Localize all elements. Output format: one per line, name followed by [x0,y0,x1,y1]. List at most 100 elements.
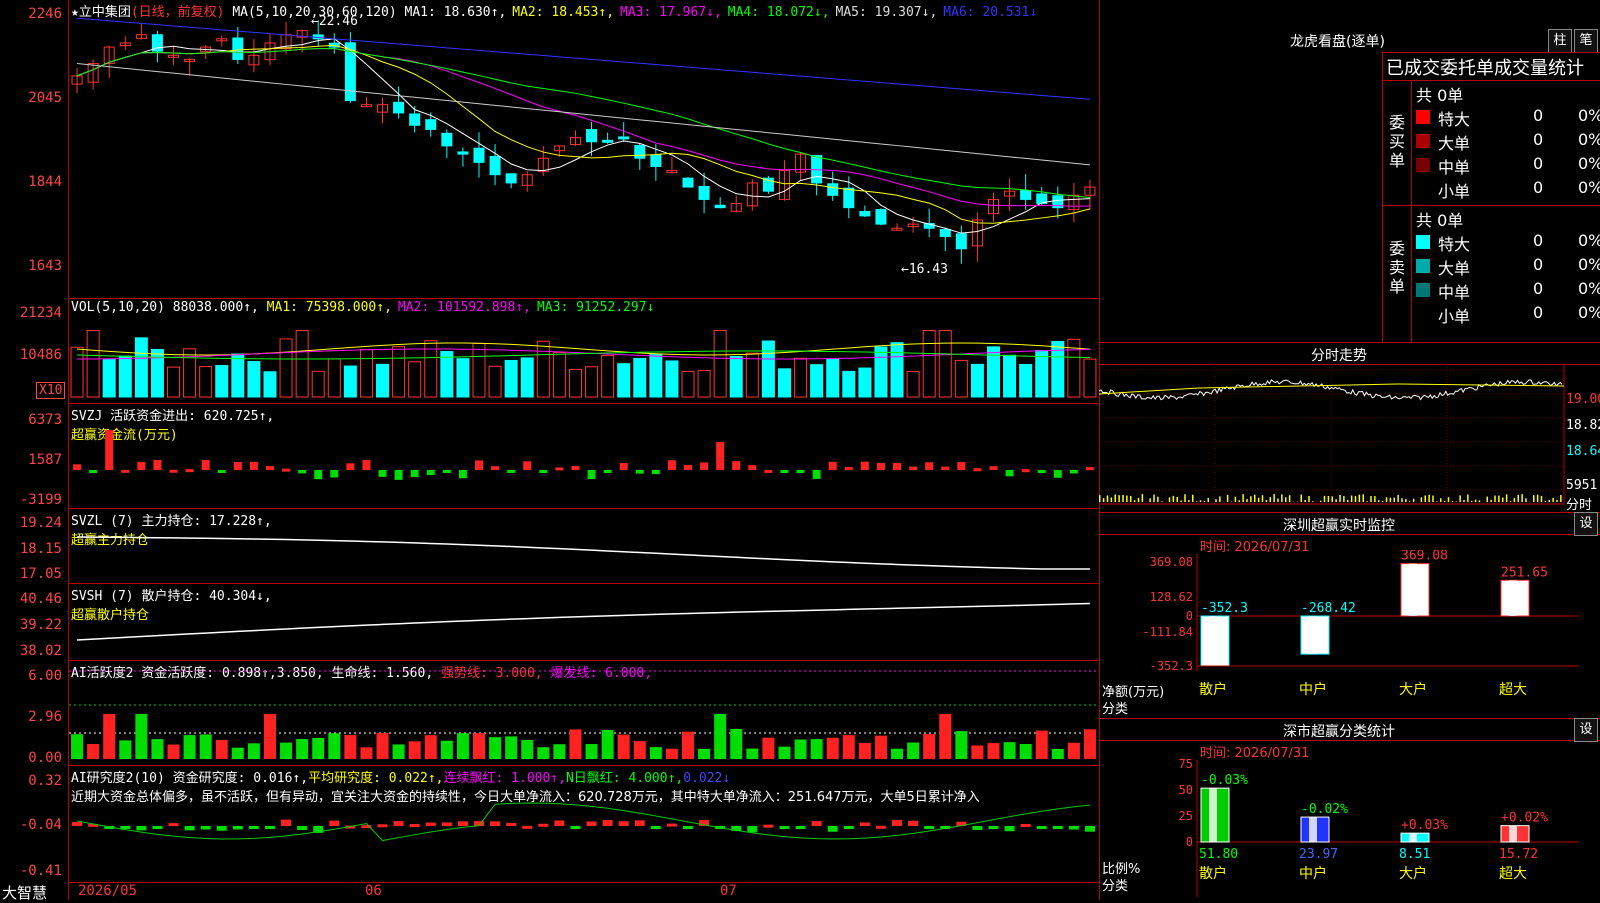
fenshi-vol-218 [1521,494,1523,502]
price-candle-48 [844,188,854,207]
classify-value-label-1: -0.02% [1301,802,1348,817]
vol-bar-38 [682,372,694,397]
ai1-bar-47 [827,738,839,759]
ai2-bar-9 [217,826,227,831]
monitor-settings-button[interactable]: 设 [1574,512,1598,536]
svzj-bar-19 [379,470,387,477]
ai2-bar-31 [570,826,580,829]
fenshi-vol-128 [1347,500,1349,502]
svzj-bar-54 [941,467,949,470]
fenshi-vol-190 [1467,494,1469,502]
vol-bar-45 [795,358,807,397]
ai2-bar-57 [988,826,998,829]
svzj-bar-51 [893,463,901,470]
ai-research-chart[interactable] [69,766,1098,882]
svzj-bar-24 [459,470,467,478]
svzj-panel[interactable]: SVZJ 活跃资金进出: 620.725↑,超赢资金流(万元) [69,404,1098,509]
classify-settings-button[interactable]: 设 [1574,718,1598,742]
fenshi-y-1: 18.82 [1566,418,1600,433]
x-label-1: 06 [365,883,382,899]
vol-bar-42 [746,353,758,397]
vol-bar-47 [827,359,839,397]
ai1-bar-53 [923,734,935,759]
svzj-bar-4 [137,462,145,470]
svzj-bar-10 [234,462,242,470]
sell-row-color-3 [1416,307,1430,321]
vol-bar-28 [521,358,533,397]
svzl-panel[interactable]: SVZL (7) 主力持仓: 17.228↑,超赢主力持仓 [69,509,1098,584]
monitor-value-label-3: 251.65 [1501,565,1548,580]
monitor-category-0: 散户 [1199,681,1227,698]
fenshi-vol-150 [1390,498,1392,502]
svsh-panel[interactable]: SVSH (7) 散户持仓: 40.304↓,超赢散户持仓 [69,584,1098,661]
svzl-chart[interactable] [69,509,1098,583]
monitor-bar-shine-1 [1309,616,1317,654]
fenshi-vol-38 [1173,496,1175,502]
ai1-bar-18 [360,747,372,759]
ai1-bar-48 [843,735,855,759]
classify-bar-shine-3 [1509,826,1517,842]
pen-mode-button[interactable]: 笔 [1574,29,1598,53]
svsh-y-label-1: 39.22 [0,617,62,633]
price-panel[interactable]: ★立中集团(日线，前复权) MA(5,10,20,30,60,120) MA1:… [69,0,1098,299]
svzj-bar-57 [989,466,997,470]
svzj-bar-47 [829,462,837,470]
fenshi-vol-146 [1382,501,1384,502]
ai1-bar-39 [698,749,710,759]
vol-bar-46 [811,365,823,397]
fenshi-y-2: 18.64 [1566,444,1600,459]
svzj-bar-50 [877,463,885,470]
ai1-bar-32 [586,744,598,759]
ai-research-panel[interactable]: AI研究度2(10) 资金研究度: 0.016↑,平均研究度: 0.022↑,连… [69,766,1098,883]
svsh-chart[interactable] [69,584,1098,660]
svzj-chart[interactable] [69,404,1098,508]
fenshi-chart[interactable] [1099,364,1600,510]
fenshi-vol-196 [1479,500,1481,502]
svzj-bar-39 [700,462,708,470]
fenshi-vol-116 [1324,496,1326,502]
svzj-bar-43 [764,470,772,473]
svzj-bar-58 [1006,470,1014,476]
svzj-bar-26 [491,466,499,470]
classify-bar-shine-2 [1409,833,1417,842]
svzj-bar-2 [105,430,113,470]
fenshi-vol-212 [1510,501,1512,502]
ma-line-0 [77,39,1090,233]
vol-bar-6 [168,367,180,397]
svzl-y-label-2: 17.05 [0,566,62,582]
svzj-bar-42 [748,465,756,470]
fenshi-vol-82 [1258,498,1260,502]
volume-chart[interactable] [69,299,1098,403]
bar-mode-button[interactable]: 柱 [1548,29,1572,53]
monitor-category-1: 中户 [1299,681,1327,698]
ai-activity-chart[interactable] [69,661,1098,765]
ai1-y-label-1: 2.96 [0,709,62,725]
low-marker: ←16.43 [901,262,948,277]
ai2-bar-37 [667,824,677,827]
buy-row-pct-0: 0% [1578,106,1600,125]
svzj-bar-35 [636,470,644,474]
sell-row-pct-0: 0% [1578,231,1600,250]
sell-row-count-1: 0 [1533,255,1543,274]
ai1-bar-3 [119,740,131,759]
fenshi-vol-130 [1351,496,1353,502]
ai1-y-label-0: 6.00 [0,668,62,684]
fenshi-vol-228 [1541,496,1543,502]
svzj-bar-62 [1070,470,1078,473]
volume-panel[interactable]: VOL(5,10,20) 88038.000↑, MA1: 75398.000↑… [69,299,1098,404]
buy-row-count-1: 0 [1533,130,1543,149]
fenshi-vol-6 [1111,497,1113,502]
fenshi-vol-94 [1281,494,1283,502]
ai2-bar-0 [72,822,82,826]
sell-row-count-2: 0 [1533,279,1543,298]
monitor-y-label-0: 369.08 [1150,555,1193,569]
svzj-bar-18 [362,460,370,470]
vol-bar-30 [553,353,565,397]
price-chart[interactable] [69,0,1098,298]
fenshi-vol-134 [1359,495,1361,502]
fenshi-vol-4 [1107,495,1109,502]
ai-activity-panel[interactable]: AI活跃度2 资金活跃度: 0.898↑,3.850, 生命线: 1.560, … [69,661,1098,766]
sell-row-name-1: 大单 [1438,255,1470,279]
vol-bar-32 [586,367,598,397]
classify-axis-cat: 分类 [1102,875,1128,894]
